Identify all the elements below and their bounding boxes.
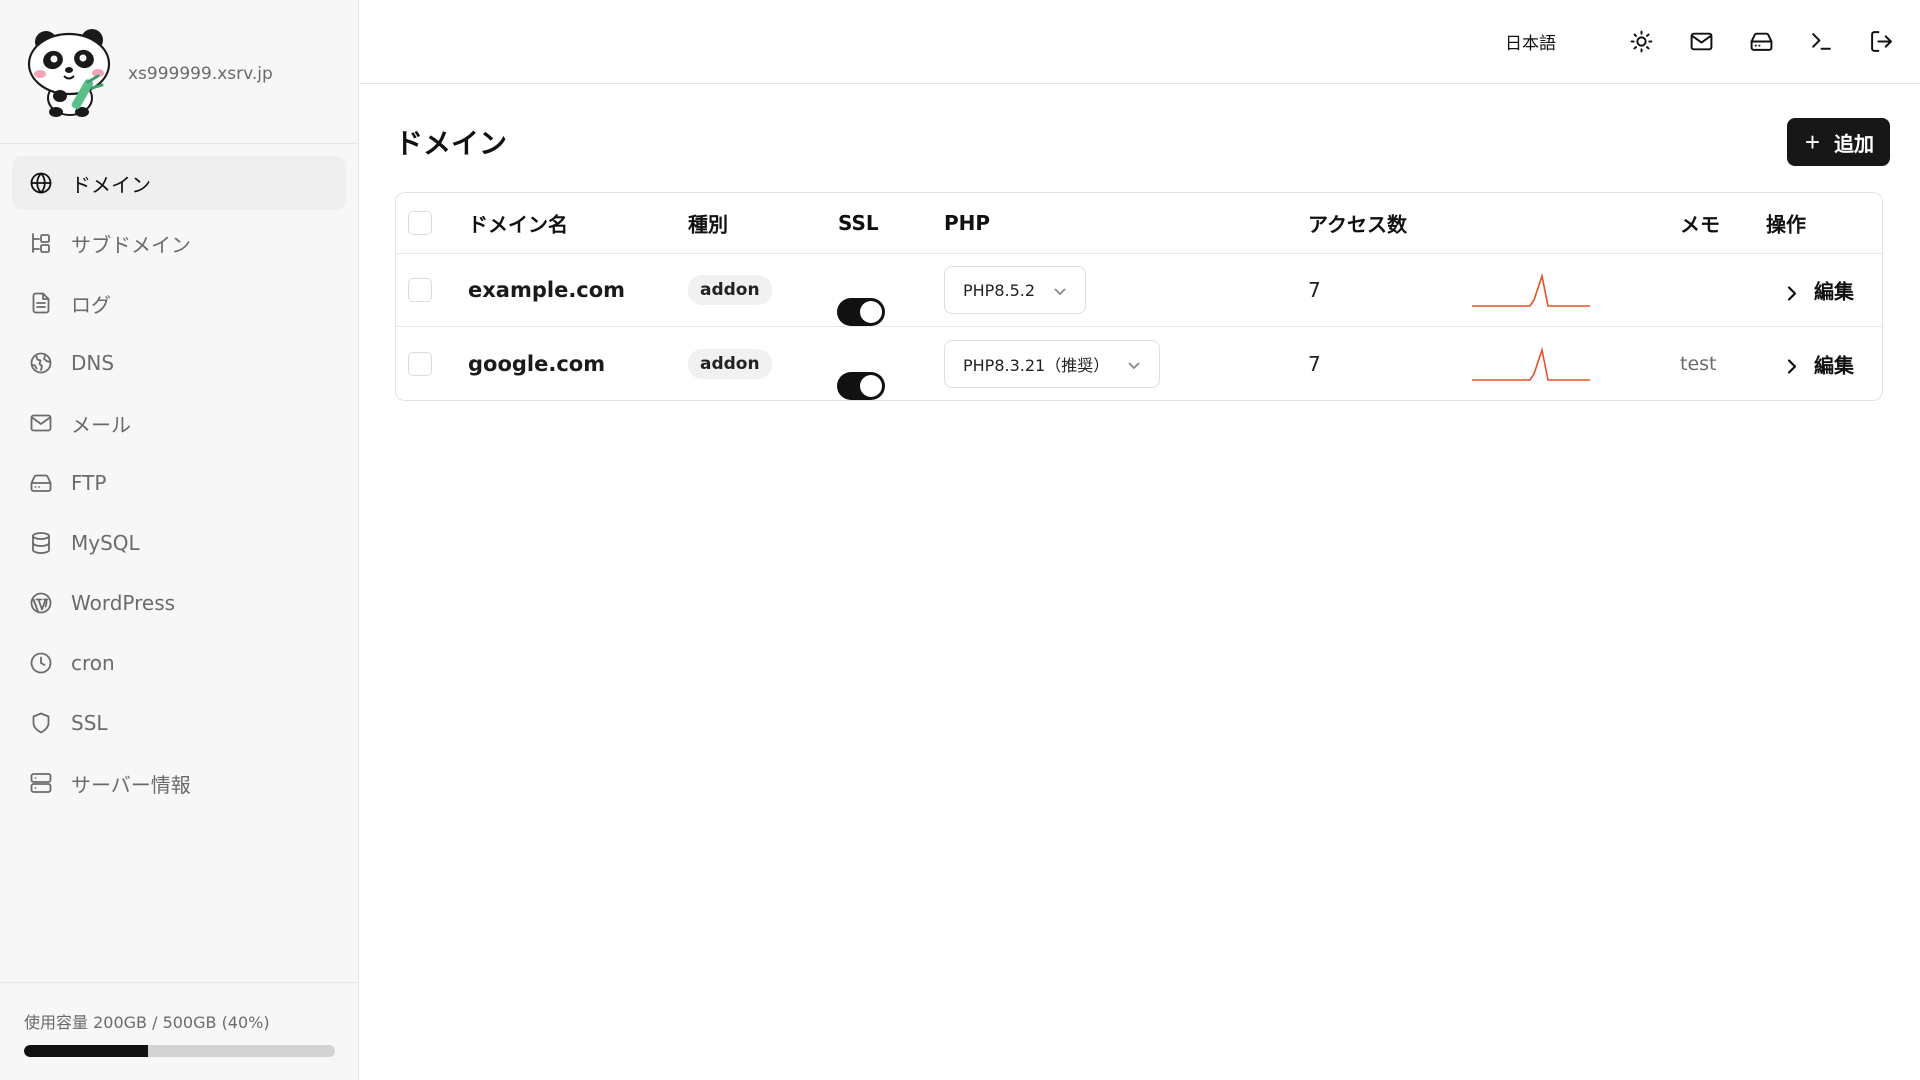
server-hostname: xs999999.xsrv.jp — [128, 63, 273, 84]
access-sparkline — [1472, 346, 1590, 381]
domain-table: ドメイン名 種別 SSL PHP アクセス数 メモ 操作 example.com… — [395, 192, 1883, 401]
sidebar-item-label: ドメイン — [71, 172, 151, 197]
sidebar: xs999999.xsrv.jp ドメイン サブドメイン ログ DNS メール … — [0, 0, 359, 1080]
sidebar-nav: ドメイン サブドメイン ログ DNS メール FTP MySQL WordPre… — [0, 144, 358, 816]
header-memo: メモ — [1680, 212, 1720, 237]
access-count: 7 — [1308, 278, 1321, 302]
clock-icon — [29, 651, 53, 675]
domain-name[interactable]: example.com — [468, 278, 625, 302]
server-icon — [29, 771, 53, 795]
sidebar-item-log[interactable]: ログ — [12, 276, 346, 330]
storage-usage-text: 使用容量 200GB / 500GB (40%) — [24, 1013, 270, 1032]
sidebar-item-label: SSL — [71, 711, 108, 735]
plus-icon: + — [1804, 127, 1820, 157]
row-checkbox[interactable] — [408, 278, 432, 302]
php-version-select[interactable]: PHP8.3.21（推奨） — [944, 339, 1161, 388]
table-row: google.com addon PHP8.3.21（推奨） 7 test 編集 — [396, 327, 1882, 400]
panda-avatar — [27, 28, 111, 117]
sidebar-item-label: サーバー情報 — [71, 772, 191, 797]
chevron-down-icon — [1053, 283, 1067, 297]
mail-icon[interactable] — [1688, 29, 1714, 55]
sidebar-item-label: FTP — [71, 471, 107, 495]
ssl-toggle[interactable] — [837, 372, 885, 400]
domain-name[interactable]: google.com — [468, 352, 605, 376]
sidebar-item-ssl[interactable]: SSL — [12, 696, 346, 750]
toggle-knob — [860, 301, 882, 323]
row-checkbox[interactable] — [408, 351, 432, 376]
memo-text: test — [1680, 352, 1717, 375]
type-badge: addon — [688, 348, 772, 379]
content: ドメイン + 追加 ドメイン名 種別 SSL PHP アクセス数 メモ 操作 e… — [359, 84, 1920, 401]
brand: xs999999.xsrv.jp — [0, 0, 358, 144]
sidebar-item-subdomain[interactable]: サブドメイン — [12, 216, 346, 270]
access-count: 7 — [1308, 351, 1321, 376]
ssl-toggle[interactable] — [837, 298, 885, 326]
hard-drive-icon[interactable] — [1748, 29, 1774, 55]
storage-usage-bar — [24, 1045, 335, 1057]
subdomain-icon — [29, 231, 53, 255]
php-version-select[interactable]: PHP8.5.2 — [944, 266, 1087, 314]
sidebar-item-label: cron — [71, 651, 115, 675]
sidebar-item-label: MySQL — [71, 531, 140, 555]
chevron-right-icon — [1784, 356, 1800, 374]
sidebar-item-mail[interactable]: メール — [12, 396, 346, 450]
shield-icon — [29, 711, 53, 735]
table-header-row: ドメイン名 種別 SSL PHP アクセス数 メモ 操作 — [396, 193, 1882, 254]
storage-usage: 使用容量 200GB / 500GB (40%) — [0, 982, 358, 1080]
access-sparkline — [1472, 272, 1590, 307]
sidebar-item-ftp[interactable]: FTP — [12, 456, 346, 510]
dns-globe-icon — [29, 351, 53, 375]
header-php: PHP — [944, 211, 991, 235]
app-root: xs999999.xsrv.jp ドメイン サブドメイン ログ DNS メール … — [0, 0, 1920, 1080]
logout-icon[interactable] — [1868, 29, 1894, 55]
chevron-right-icon — [1784, 282, 1800, 301]
edit-link[interactable]: 編集 — [1784, 276, 1854, 305]
header-ssl: SSL — [838, 211, 879, 235]
sidebar-item-label: DNS — [71, 351, 115, 375]
sidebar-item-server-info[interactable]: サーバー情報 — [12, 756, 346, 810]
sun-icon[interactable] — [1628, 29, 1654, 55]
php-version-value: PHP8.5.2 — [963, 280, 1036, 300]
toggle-knob — [860, 375, 882, 397]
table-row: example.com addon PHP8.5.2 7 編集 — [396, 254, 1882, 327]
header-actions: 操作 — [1766, 212, 1806, 237]
sidebar-item-cron[interactable]: cron — [12, 636, 346, 690]
add-domain-button[interactable]: + 追加 — [1786, 118, 1890, 166]
topbar: 日本語 — [359, 0, 1920, 84]
page-header: ドメイン + 追加 — [395, 84, 1890, 192]
sidebar-item-wordpress[interactable]: WordPress — [12, 576, 346, 630]
file-text-icon — [29, 291, 53, 315]
sidebar-item-label: WordPress — [71, 591, 176, 615]
sidebar-item-label: サブドメイン — [71, 232, 191, 257]
globe-icon — [29, 171, 53, 195]
edit-link[interactable]: 編集 — [1784, 349, 1854, 378]
database-icon — [29, 531, 53, 555]
sidebar-item-mysql[interactable]: MySQL — [12, 516, 346, 570]
storage-usage-fill — [24, 1045, 149, 1057]
edit-label: 編集 — [1814, 279, 1854, 304]
chevron-down-icon — [1127, 357, 1141, 371]
select-all-checkbox[interactable] — [408, 211, 432, 235]
header-type: 種別 — [688, 212, 728, 237]
header-domain: ドメイン名 — [468, 212, 568, 237]
wordpress-icon — [29, 591, 53, 615]
sidebar-item-domain[interactable]: ドメイン — [12, 156, 346, 210]
terminal-icon[interactable] — [1808, 29, 1834, 55]
mail-icon — [29, 411, 53, 435]
main-area: 日本語 ドメイン + 追加 ドメイン名 種別 SSL PHP アクセス数 メモ … — [359, 0, 1920, 1080]
sidebar-item-label: ログ — [71, 292, 111, 317]
type-badge: addon — [688, 275, 772, 305]
language-selector[interactable]: 日本語 — [1505, 29, 1556, 54]
edit-label: 編集 — [1814, 353, 1854, 377]
hard-drive-icon — [29, 471, 53, 495]
add-button-label: 追加 — [1834, 133, 1874, 156]
header-access: アクセス数 — [1308, 212, 1407, 237]
php-version-value: PHP8.3.21（推奨） — [963, 355, 1110, 375]
sidebar-item-label: メール — [71, 412, 131, 437]
sidebar-item-dns[interactable]: DNS — [12, 336, 346, 390]
page-title: ドメイン — [395, 127, 508, 160]
